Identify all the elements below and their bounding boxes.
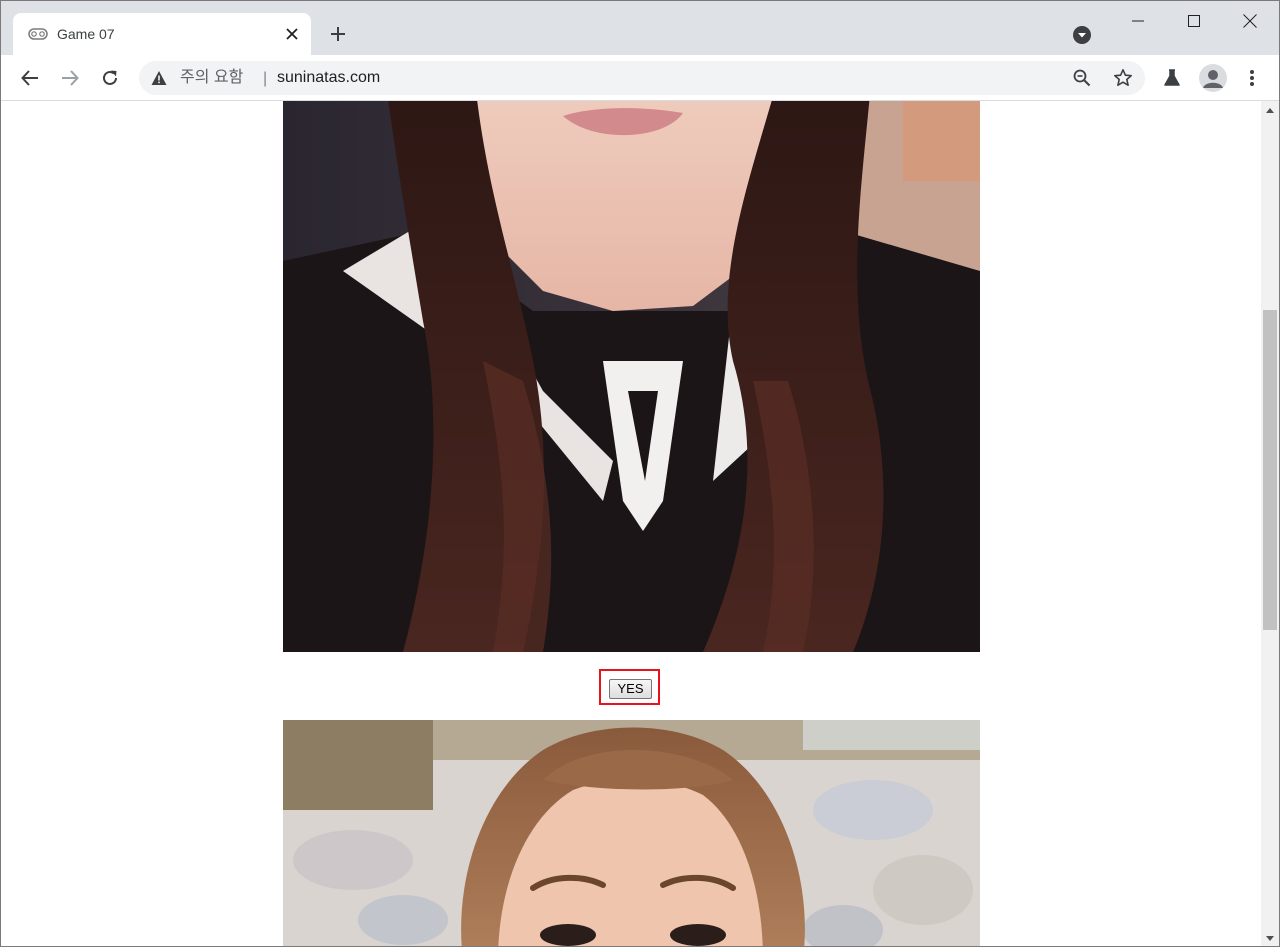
warning-icon[interactable] xyxy=(151,70,167,86)
yes-button-highlight: YES xyxy=(599,669,660,705)
tab-search-icon[interactable] xyxy=(1071,24,1093,46)
tab-strip: Game 07 xyxy=(1,1,1279,55)
maximize-icon[interactable] xyxy=(1166,1,1222,41)
scrollbar-thumb[interactable] xyxy=(1263,310,1277,630)
yes-button[interactable]: YES xyxy=(609,679,652,699)
url-text[interactable]: suninatas.com xyxy=(277,68,380,88)
vertical-scrollbar[interactable] xyxy=(1261,101,1279,946)
toolbar: 주의 요함 | suninatas.com xyxy=(1,55,1279,101)
page-content: YES xyxy=(1,101,1261,946)
address-bar[interactable]: 주의 요함 | suninatas.com xyxy=(139,61,1145,95)
labs-flask-icon[interactable] xyxy=(1161,67,1183,89)
security-label[interactable]: 주의 요함 xyxy=(180,68,243,88)
window-close-icon[interactable] xyxy=(1222,1,1278,41)
browser-window: Game 07 주의 요함 | suninatas.com YES xyxy=(0,0,1280,947)
minimize-icon[interactable] xyxy=(1110,1,1166,41)
kebab-menu-icon[interactable] xyxy=(1241,67,1263,89)
forward-arrow-icon[interactable] xyxy=(57,65,83,91)
reload-icon[interactable] xyxy=(97,65,123,91)
zoom-icon[interactable] xyxy=(1073,69,1091,87)
tab-title: Game 07 xyxy=(57,26,115,42)
omnibox-separator: | xyxy=(263,70,268,87)
tab-game-07[interactable]: Game 07 xyxy=(13,13,311,55)
gamepad-icon xyxy=(28,27,48,41)
photo-top xyxy=(283,101,980,652)
scroll-up-arrow-icon[interactable] xyxy=(1261,101,1279,118)
profile-icon[interactable] xyxy=(1199,64,1227,92)
photo-bottom xyxy=(283,720,980,946)
back-arrow-icon[interactable] xyxy=(17,65,43,91)
plus-icon[interactable] xyxy=(327,23,349,45)
star-icon[interactable] xyxy=(1113,68,1133,88)
close-icon[interactable] xyxy=(283,25,301,43)
scroll-down-arrow-icon[interactable] xyxy=(1261,930,1279,946)
